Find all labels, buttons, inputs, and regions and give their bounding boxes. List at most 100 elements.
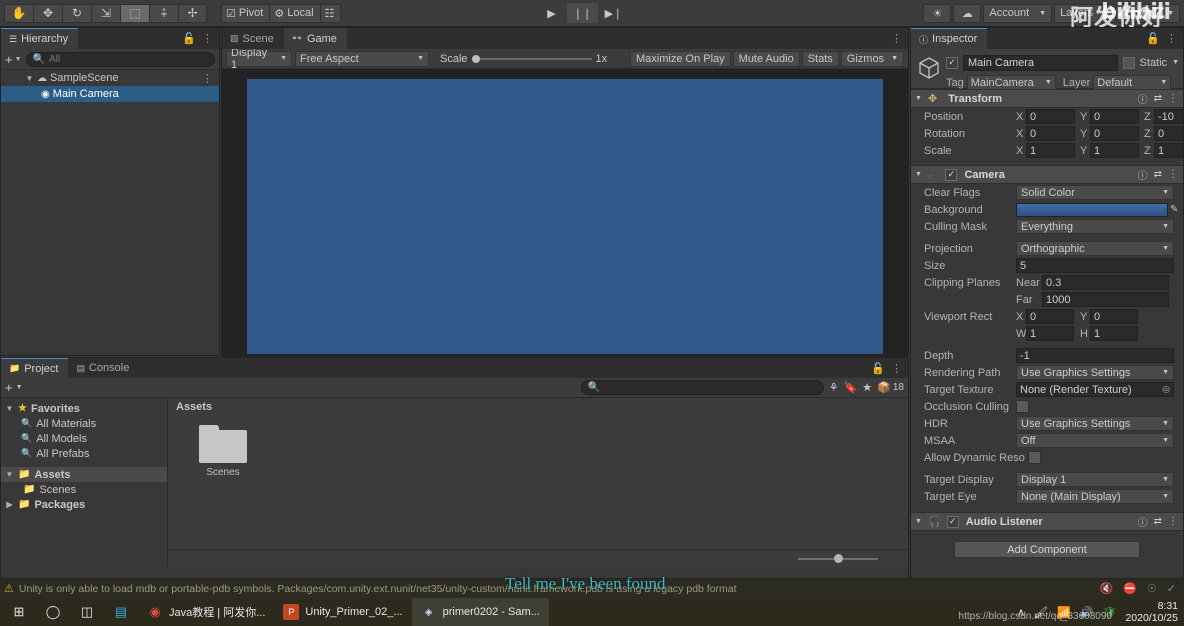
project-tree-all-materials[interactable]: 🔍 All Materials	[1, 416, 167, 431]
tab-console[interactable]: ▤ Console	[68, 358, 140, 378]
aspect-dropdown[interactable]: Free Aspect ▼	[295, 50, 429, 67]
background-color-swatch[interactable]	[1016, 202, 1168, 217]
project-assets-grid[interactable]: Assets Scenes	[168, 398, 908, 567]
task-view-button[interactable]: ◫	[70, 598, 104, 626]
camera-component-header[interactable]: ▼ 🎥 ✓ Camera ⓘ ⇄ ⋮	[911, 165, 1183, 184]
scene-more-icon[interactable]: ⋮	[202, 72, 219, 85]
clock[interactable]: 8:31 2020/10/25	[1125, 600, 1178, 624]
scale-x-input[interactable]: 1	[1026, 143, 1075, 158]
expand-triangle-icon[interactable]: ▼	[5, 404, 14, 413]
audio-listener-component-header[interactable]: ▼ 🎧 ✓ Audio Listener ⓘ ⇄ ⋮	[911, 512, 1183, 531]
scale-z-input[interactable]: 1	[1154, 143, 1183, 158]
package-count-icon[interactable]: 📦	[877, 381, 891, 394]
preset-icon[interactable]: ⇄	[1154, 169, 1162, 180]
stats-button[interactable]: Stats	[801, 50, 839, 67]
snap-toggle[interactable]: ☷	[319, 3, 342, 23]
create-asset-button[interactable]: +	[5, 380, 13, 395]
project-tree-all-prefabs[interactable]: 🔍 All Prefabs	[1, 446, 167, 461]
pause-button[interactable]: ❘❘	[567, 3, 598, 23]
search-button[interactable]: ◯	[36, 598, 70, 626]
cloud-build-icon[interactable]: ☀	[923, 3, 952, 23]
step-button[interactable]: ▶❘	[598, 3, 629, 23]
start-button[interactable]: ⊞	[2, 598, 36, 626]
tab-inspector[interactable]: ⓘ Inspector	[911, 28, 988, 49]
pen-icon[interactable]: 🖌	[1034, 606, 1048, 619]
collapse-triangle-icon[interactable]: ▶	[5, 500, 14, 509]
taskbar-item-powerpoint[interactable]: P Unity_Primer_02_...	[274, 598, 411, 626]
chevron-down-icon[interactable]: ▼	[16, 384, 23, 391]
rotation-z-input[interactable]: 0	[1154, 126, 1183, 141]
collapse-triangle-icon[interactable]: ▼	[915, 518, 923, 525]
lock-icon[interactable]: 🔓	[1146, 32, 1160, 45]
project-search-input[interactable]: 🔍	[580, 380, 824, 395]
size-input[interactable]: 5	[1016, 258, 1174, 273]
collab-cloud-icon[interactable]: ☁	[953, 3, 982, 23]
audio-listener-enabled-checkbox[interactable]: ✓	[946, 515, 959, 528]
clear-flags-dropdown[interactable]: Solid Color ▼	[1016, 185, 1174, 200]
tab-scene[interactable]: ▧ Scene	[222, 28, 284, 49]
help-icon[interactable]: ⓘ	[1138, 514, 1148, 529]
more-options-icon[interactable]: ⋮	[1168, 93, 1178, 104]
more-options-icon[interactable]: ⋮	[891, 32, 902, 45]
lock-icon[interactable]: 🔓	[871, 362, 885, 375]
viewport-w-input[interactable]: 1	[1026, 326, 1074, 341]
rotation-x-input[interactable]: 0	[1026, 126, 1075, 141]
project-tree-packages[interactable]: ▶ 📁 Packages	[1, 497, 167, 512]
viewport-x-input[interactable]: 0	[1026, 309, 1074, 324]
add-object-button[interactable]: +	[5, 52, 13, 67]
collapse-triangle-icon[interactable]: ▼	[915, 171, 923, 178]
help-icon[interactable]: ⓘ	[1138, 91, 1148, 106]
dynamic-resolution-checkbox[interactable]	[1028, 451, 1041, 464]
preset-icon[interactable]: ⇄	[1154, 516, 1162, 527]
depth-input[interactable]: -1	[1016, 348, 1174, 363]
target-display-dropdown[interactable]: Display 1 ▼	[1016, 472, 1174, 487]
lock-icon[interactable]: 🔓	[182, 32, 196, 45]
filter-label-icon[interactable]: 🔖	[844, 381, 858, 394]
object-picker-icon[interactable]: ◎	[1162, 384, 1170, 395]
shield-icon[interactable]: 🛡	[1102, 606, 1116, 619]
position-z-input[interactable]: -10	[1154, 109, 1183, 124]
eyedropper-icon[interactable]: ✎	[1170, 204, 1178, 215]
scale-y-input[interactable]: 1	[1090, 143, 1139, 158]
target-eye-dropdown[interactable]: None (Main Display) ▼	[1016, 489, 1174, 504]
scale-slider[interactable]	[471, 54, 592, 63]
game-render-area[interactable]	[222, 69, 908, 375]
move-tool-button[interactable]: ✥	[33, 3, 62, 23]
far-clip-input[interactable]: 1000	[1042, 292, 1169, 307]
target-texture-field[interactable]: None (Render Texture) ◎	[1016, 382, 1174, 397]
msaa-dropdown[interactable]: Off ▼	[1016, 433, 1174, 448]
mute-audio-button[interactable]: Mute Audio	[732, 50, 800, 67]
filter-favorite-icon[interactable]: ★	[862, 381, 872, 394]
tag-dropdown[interactable]: MainCamera ▼	[966, 75, 1056, 90]
gizmos-button[interactable]: Gizmos ▼	[840, 50, 904, 67]
gameobject-name-input[interactable]: Main Camera	[963, 54, 1118, 71]
tab-game[interactable]: 👓 Game	[283, 28, 347, 49]
hierarchy-item-main-camera[interactable]: ◉ Main Camera	[1, 86, 219, 102]
pivot-toggle[interactable]: ☑ Pivot	[221, 3, 270, 23]
taskbar-item-unity[interactable]: ◈ primer0202 - Sam...	[411, 598, 549, 626]
projection-dropdown[interactable]: Orthographic ▼	[1016, 241, 1174, 256]
maximize-on-play-button[interactable]: Maximize On Play	[630, 50, 731, 67]
filter-type-icon[interactable]: ⚘	[829, 381, 839, 394]
culling-mask-dropdown[interactable]: Everything ▼	[1016, 219, 1174, 234]
hand-tool-button[interactable]: ✋	[4, 3, 33, 23]
asset-zoom-handle[interactable]	[834, 553, 843, 563]
position-x-input[interactable]: 0	[1026, 109, 1075, 124]
scale-tool-button[interactable]: ⇲	[91, 3, 120, 23]
viewport-y-input[interactable]: 0	[1090, 309, 1138, 324]
custom-tool-button[interactable]: ✢	[178, 3, 207, 23]
chevron-down-icon[interactable]: ▼	[15, 56, 22, 63]
api-updater-icon[interactable]: ✓	[1167, 582, 1176, 595]
viewport-h-input[interactable]: 1	[1090, 326, 1138, 341]
more-options-icon[interactable]: ⋮	[1166, 32, 1177, 45]
error-pause-icon[interactable]: ⛔	[1123, 582, 1137, 595]
mute-status-icon[interactable]: 🔇	[1100, 582, 1114, 595]
project-tree-assets[interactable]: ▼ 📁 Assets	[1, 467, 167, 482]
add-component-button[interactable]: Add Component	[954, 541, 1140, 558]
static-checkbox[interactable]	[1122, 56, 1135, 69]
rect-tool-button[interactable]: ⬚	[120, 3, 149, 23]
gameobject-enabled-checkbox[interactable]: ✓	[946, 56, 958, 69]
hdr-dropdown[interactable]: Use Graphics Settings ▼	[1016, 416, 1174, 431]
local-toggle[interactable]: ⚙ Local	[269, 3, 320, 23]
transform-component-header[interactable]: ▼ ✥ Transform ⓘ ⇄ ⋮	[911, 89, 1183, 108]
